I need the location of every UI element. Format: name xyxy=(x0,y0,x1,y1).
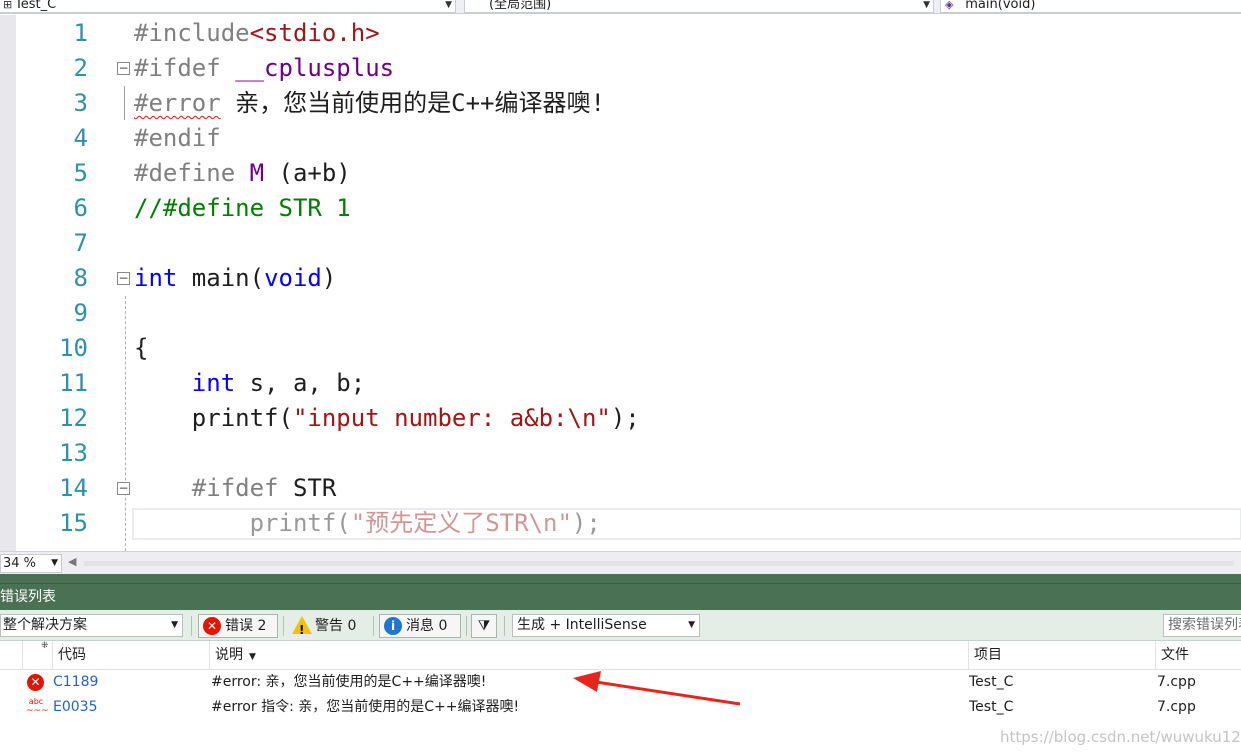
annotation-arrow-head xyxy=(573,671,601,692)
watermark: https://blog.csdn.net/wuwuku123 xyxy=(1000,728,1241,746)
annotation-arrow-shaft xyxy=(595,680,741,706)
annotation-arrow xyxy=(573,671,741,706)
